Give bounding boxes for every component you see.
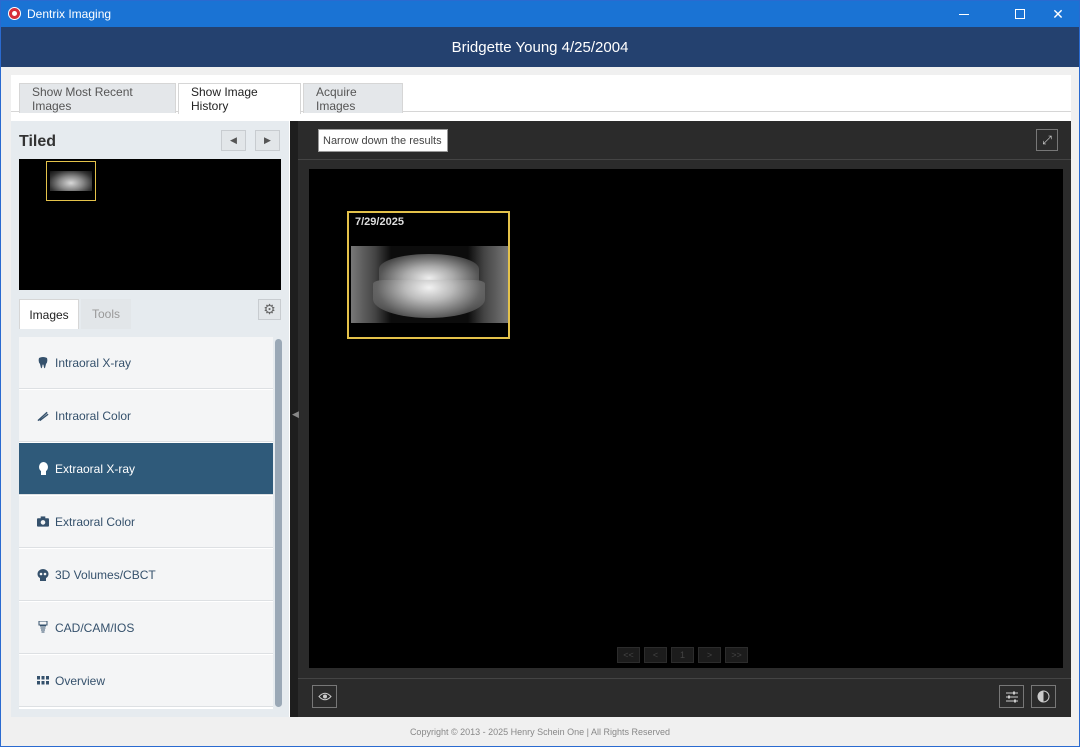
- category-intraoral-xray[interactable]: Intraoral X-ray: [19, 337, 273, 389]
- camera-icon: [37, 515, 49, 528]
- left-panel: Tiled ◀ ▶ Images Tools ⚙ Intraoral X-ray: [11, 121, 289, 717]
- tab-most-recent-images[interactable]: Show Most Recent Images: [19, 83, 176, 113]
- contrast-icon: [1037, 690, 1050, 703]
- image-date: 7/29/2025: [355, 216, 404, 228]
- close-button[interactable]: ✕: [1035, 1, 1080, 27]
- page-number[interactable]: 1: [671, 647, 694, 663]
- category-overview[interactable]: Overview: [19, 655, 273, 707]
- contrast-button[interactable]: [1031, 685, 1056, 708]
- next-button[interactable]: ▶: [255, 130, 280, 151]
- panel-splitter[interactable]: ◀: [290, 121, 299, 717]
- eye-icon: [317, 692, 332, 701]
- category-3d-volumes[interactable]: 3D Volumes/CBCT: [19, 549, 273, 601]
- category-label: Intraoral X-ray: [55, 355, 132, 370]
- implant-icon: [37, 621, 49, 634]
- category-label: Overview: [55, 673, 106, 688]
- panoramic-xray-image: [351, 246, 508, 323]
- settings-button[interactable]: ⚙: [258, 299, 281, 320]
- category-label: Extraoral X-ray: [55, 461, 136, 476]
- category-label: Intraoral Color: [55, 408, 132, 423]
- image-card[interactable]: 7/29/2025: [347, 211, 510, 339]
- grid-icon: [37, 674, 49, 687]
- tab-images[interactable]: Images: [19, 299, 79, 329]
- panoramic-xray-thumbnail: [50, 171, 92, 191]
- xray-lower-jaw: [373, 280, 485, 318]
- minimize-button[interactable]: [941, 1, 987, 27]
- arrow-right-icon: ▶: [264, 135, 271, 145]
- skull-icon: [37, 568, 49, 581]
- head-icon: [37, 462, 49, 475]
- footer-copyright: Copyright © 2013 - 2025 Henry Schein One…: [409, 727, 671, 737]
- image-thumbnail[interactable]: [46, 161, 96, 201]
- pagination: << < 1 > >>: [617, 647, 748, 665]
- previous-button[interactable]: ◀: [221, 130, 246, 151]
- scrollbar-thumb[interactable]: [275, 339, 282, 707]
- image-canvas: 7/29/2025 << < 1 > >>: [309, 169, 1063, 668]
- top-tab-bar: Show Most Recent Images Show Image Histo…: [11, 75, 1071, 114]
- filter-input[interactable]: Narrow down the results: [318, 129, 448, 152]
- app-logo-icon: [8, 7, 21, 20]
- title-bar: Dentrix Imaging ✕: [1, 1, 1079, 27]
- page-first-button[interactable]: <<: [617, 647, 640, 663]
- category-extraoral-xray[interactable]: Extraoral X-ray: [19, 443, 273, 495]
- category-list: Intraoral X-ray Intraoral Color Extraora…: [19, 337, 273, 709]
- sliders-icon: [1005, 691, 1018, 702]
- intraoral-camera-icon: [37, 409, 49, 422]
- category-label: Extraoral Color: [55, 514, 136, 529]
- window-title: Dentrix Imaging: [27, 7, 112, 21]
- divider: [298, 678, 1071, 679]
- patient-name: Bridgette Young 4/25/2004: [451, 38, 629, 56]
- view-button[interactable]: [312, 685, 337, 708]
- gear-icon: ⚙: [263, 301, 276, 317]
- page-next-button[interactable]: >: [698, 647, 721, 663]
- image-viewer: ◀ Narrow down the results ⤢ 7/29/2025 <<…: [290, 121, 1071, 717]
- category-scrollbar[interactable]: [274, 337, 282, 709]
- page-previous-button[interactable]: <: [644, 647, 667, 663]
- close-icon: ✕: [1052, 5, 1064, 22]
- minimize-icon: [959, 13, 969, 15]
- tab-acquire-images[interactable]: Acquire Images: [303, 83, 403, 113]
- app-window: Dentrix Imaging ✕ Bridgette Young 4/25/2…: [0, 0, 1080, 747]
- category-label: CAD/CAM/IOS: [55, 620, 135, 635]
- patient-header: Bridgette Young 4/25/2004: [1, 27, 1079, 67]
- fullscreen-button[interactable]: ⤢: [1036, 129, 1058, 151]
- maximize-icon: [1015, 9, 1025, 19]
- expand-icon: ⤢: [1042, 132, 1052, 147]
- collapse-arrow-icon[interactable]: ◀: [292, 409, 299, 431]
- tab-image-history[interactable]: Show Image History: [178, 83, 301, 114]
- category-label: 3D Volumes/CBCT: [55, 567, 156, 582]
- arrow-left-icon: ◀: [230, 135, 237, 145]
- tooth-icon: [37, 356, 49, 369]
- category-cad-cam-ios[interactable]: CAD/CAM/IOS: [19, 602, 273, 654]
- tab-tools[interactable]: Tools: [81, 299, 131, 329]
- category-extraoral-color[interactable]: Extraoral Color: [19, 496, 273, 548]
- divider: [298, 159, 1071, 160]
- panel-sub-tabs: Images Tools: [19, 299, 281, 329]
- thumbnail-strip: [19, 159, 281, 290]
- category-intraoral-color[interactable]: Intraoral Color: [19, 390, 273, 442]
- main-content: Show Most Recent Images Show Image Histo…: [11, 75, 1071, 717]
- page-last-button[interactable]: >>: [725, 647, 748, 663]
- image-adjustments-button[interactable]: [999, 685, 1024, 708]
- panel-title: Tiled: [19, 133, 57, 150]
